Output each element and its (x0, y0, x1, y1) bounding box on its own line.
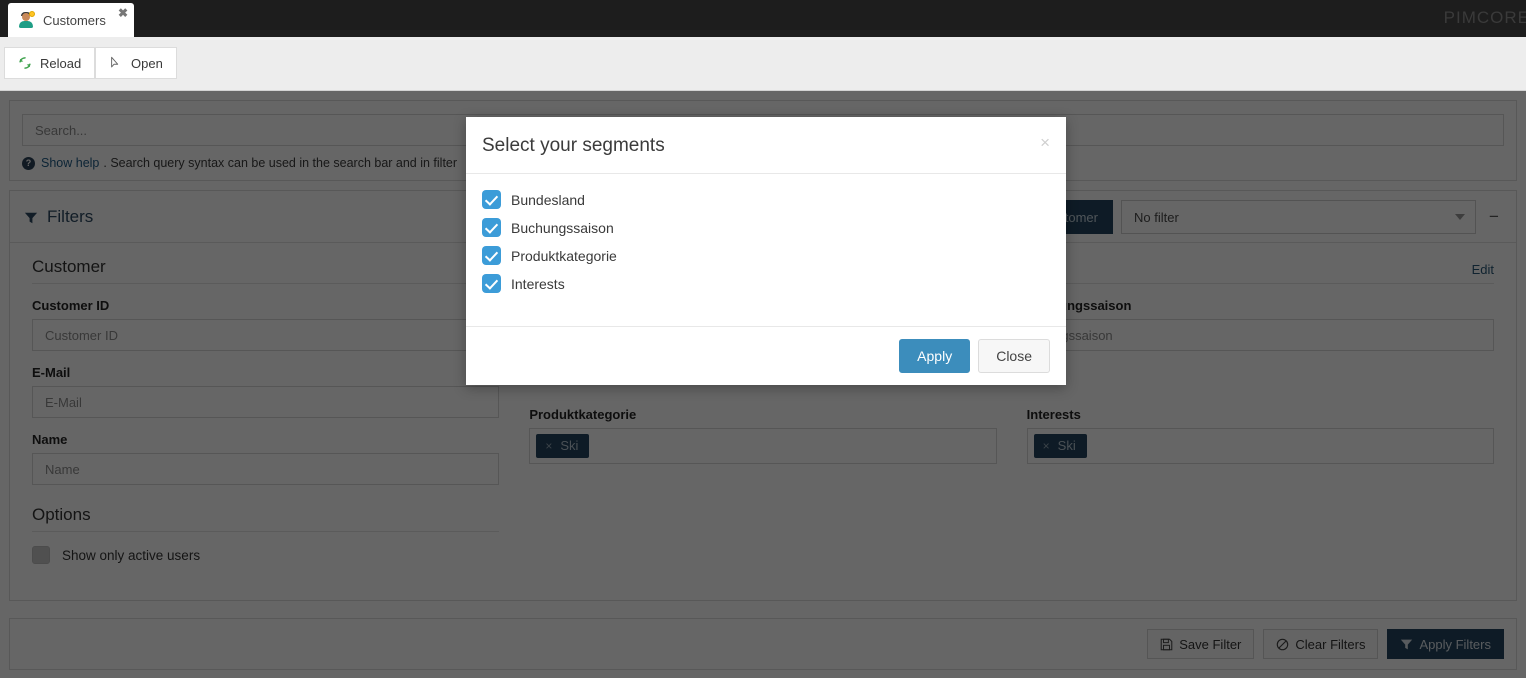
dialog-body: Bundesland Buchungssaison Produktkategor… (466, 174, 1066, 326)
dialog-footer: Apply Close (466, 326, 1066, 385)
dialog-title: Select your segments (482, 135, 665, 156)
close-icon[interactable]: ✖ (118, 7, 128, 19)
cursor-icon (109, 56, 123, 70)
segment-label: Bundesland (511, 191, 585, 208)
segment-label: Buchungssaison (511, 219, 614, 236)
segment-label: Produktkategorie (511, 247, 617, 264)
checkbox-bundesland[interactable] (482, 190, 501, 209)
apply-button[interactable]: Apply (899, 339, 971, 373)
reload-icon (18, 56, 32, 70)
segment-label: Interests (511, 275, 565, 292)
open-button-label: Open (131, 55, 163, 71)
close-button[interactable]: Close (978, 339, 1050, 373)
customer-person-icon (18, 11, 35, 28)
checkbox-interests[interactable] (482, 274, 501, 293)
tab-customers[interactable]: Customers ✖ (8, 3, 134, 37)
dialog-header: Select your segments × (466, 117, 1066, 174)
segment-option-buchungssaison[interactable]: Buchungssaison (482, 218, 1050, 237)
segment-option-interests[interactable]: Interests (482, 274, 1050, 293)
checkbox-buchungssaison[interactable] (482, 218, 501, 237)
select-segments-dialog: Select your segments × Bundesland Buchun… (466, 117, 1066, 385)
segment-option-bundesland[interactable]: Bundesland (482, 190, 1050, 209)
reload-button-label: Reload (40, 55, 82, 71)
close-icon[interactable]: × (1040, 134, 1050, 151)
title-bar: Customers ✖ PIMCORE (0, 0, 1526, 37)
checkbox-produktkategorie[interactable] (482, 246, 501, 265)
open-button[interactable]: Open (95, 47, 177, 79)
application-window: Customers ✖ PIMCORE Reload Open Search..… (0, 0, 1526, 678)
segment-option-produktkategorie[interactable]: Produktkategorie (482, 246, 1050, 265)
pimcore-logo: PIMCORE (1443, 8, 1526, 27)
tab-label: Customers (43, 12, 106, 28)
reload-button[interactable]: Reload (4, 47, 96, 79)
toolbar: Reload Open (0, 37, 1526, 91)
